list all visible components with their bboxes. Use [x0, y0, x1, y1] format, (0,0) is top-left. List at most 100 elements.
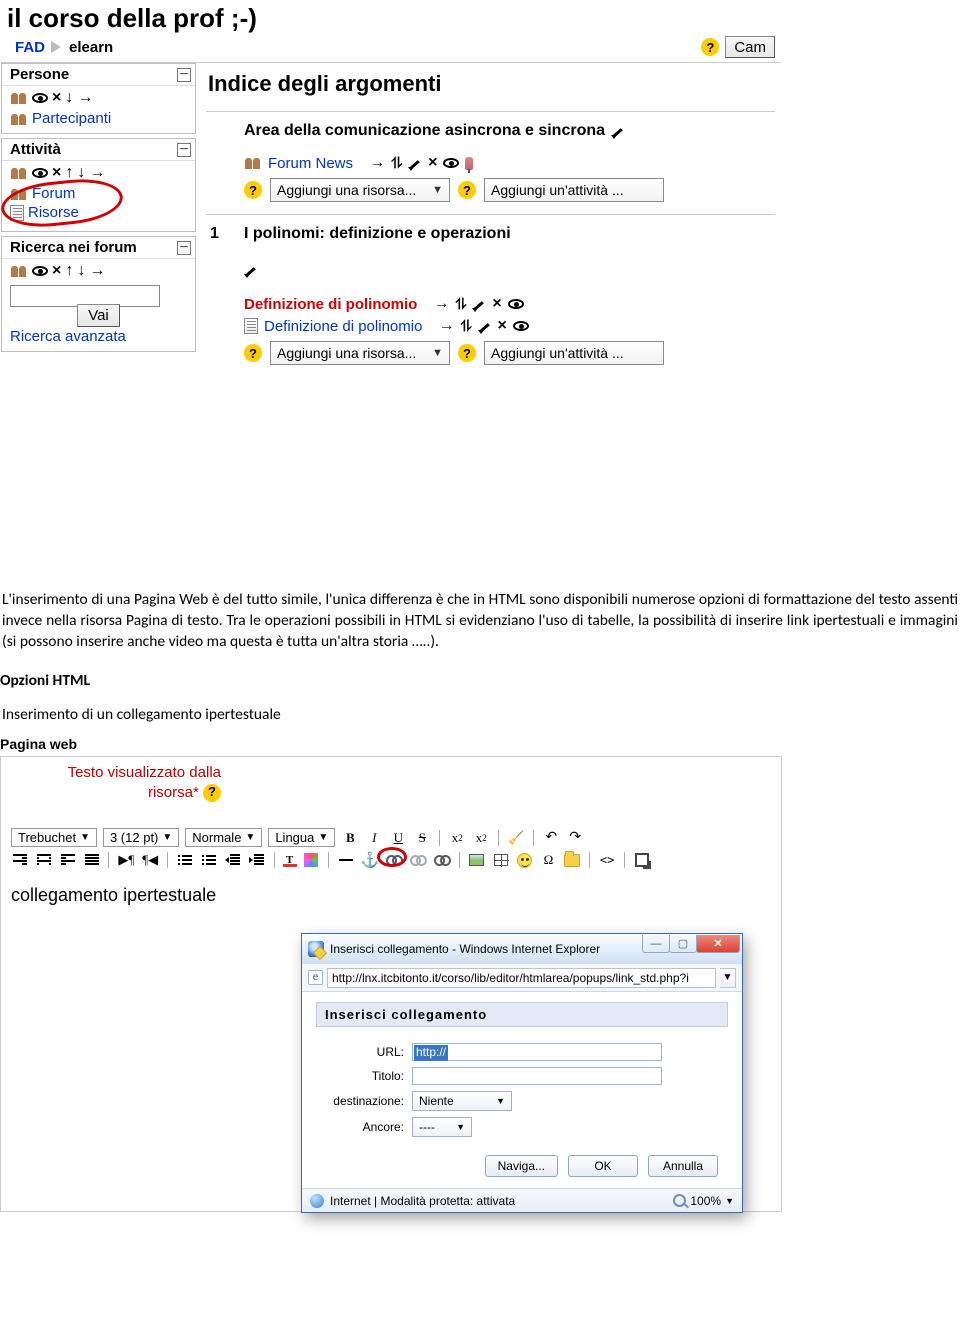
- move-right-icon[interactable]: →: [77, 89, 93, 107]
- unlink-icon[interactable]: [409, 851, 427, 869]
- move-right-icon[interactable]: →: [369, 154, 385, 172]
- forum-news-link[interactable]: Forum News: [268, 155, 353, 172]
- address-bar[interactable]: http://lnx.itcbitonto.it/corso/lib/edito…: [327, 968, 716, 988]
- edit-pencil-icon[interactable]: [408, 156, 422, 170]
- move-icon[interactable]: ⥮: [391, 155, 402, 172]
- editor-content-area[interactable]: collegamento ipertestuale: [11, 885, 771, 906]
- title-input[interactable]: [412, 1067, 662, 1085]
- cancel-button[interactable]: Annulla: [648, 1155, 718, 1177]
- add-activity-select[interactable]: Aggiungi un'attività ...: [484, 178, 664, 202]
- text-color-icon[interactable]: T: [283, 853, 297, 867]
- redo-icon[interactable]: ↷: [566, 829, 584, 847]
- help-icon[interactable]: ?: [244, 181, 262, 199]
- move-right-icon[interactable]: →: [89, 262, 105, 280]
- definizione-draft-link[interactable]: Definizione di polinomio: [244, 296, 417, 313]
- eye-icon[interactable]: [32, 93, 48, 103]
- indent-icon[interactable]: [248, 851, 266, 869]
- role-icon[interactable]: [10, 166, 28, 180]
- move-down-icon[interactable]: ↓: [77, 262, 85, 280]
- role-icon[interactable]: [10, 91, 28, 105]
- ok-button[interactable]: OK: [568, 1155, 638, 1177]
- edit-pencil-icon[interactable]: [478, 319, 492, 333]
- delete-icon[interactable]: ×: [498, 317, 507, 335]
- breadcrumb-root[interactable]: FAD: [15, 39, 45, 56]
- url-input[interactable]: http://: [412, 1043, 662, 1061]
- help-icon[interactable]: ?: [203, 784, 221, 802]
- move-down-icon[interactable]: ↓: [65, 89, 73, 107]
- maximize-button[interactable]: ▢: [669, 935, 697, 953]
- bg-color-icon[interactable]: [302, 851, 320, 869]
- move-up-icon[interactable]: ↑: [65, 164, 73, 182]
- align-justify-icon[interactable]: [83, 851, 101, 869]
- anchor-icon[interactable]: ⚓: [361, 851, 379, 869]
- eye-icon[interactable]: [513, 321, 529, 331]
- add-resource-select[interactable]: Aggiungi una risorsa... ▼: [270, 341, 450, 365]
- collapse-icon[interactable]: −: [177, 241, 191, 255]
- align-right-icon[interactable]: [59, 851, 77, 869]
- rtl-icon[interactable]: ¶◀: [141, 851, 159, 869]
- subscript-icon[interactable]: x2: [448, 829, 466, 847]
- font-family-select[interactable]: Trebuchet▼: [11, 828, 97, 847]
- eye-icon[interactable]: [32, 168, 48, 178]
- collapse-icon[interactable]: −: [177, 143, 191, 157]
- pin-icon[interactable]: [465, 157, 473, 170]
- browse-button[interactable]: Naviga...: [485, 1155, 558, 1177]
- undo-icon[interactable]: ↶: [542, 829, 560, 847]
- move-right-icon[interactable]: →: [434, 295, 450, 313]
- hr-icon[interactable]: [337, 851, 355, 869]
- emoticon-icon[interactable]: [516, 851, 534, 869]
- unordered-list-icon[interactable]: [200, 851, 218, 869]
- search-go-button[interactable]: Vai: [77, 304, 120, 327]
- align-center-icon[interactable]: [35, 851, 53, 869]
- delete-icon[interactable]: ×: [52, 262, 61, 280]
- edit-pencil-icon[interactable]: [244, 263, 258, 277]
- strikethrough-icon[interactable]: S: [413, 829, 431, 847]
- delete-icon[interactable]: ×: [492, 295, 501, 313]
- find-replace-icon[interactable]: [563, 851, 581, 869]
- move-icon[interactable]: ⥮: [456, 296, 467, 313]
- forum-link[interactable]: Forum: [32, 185, 75, 202]
- delete-icon[interactable]: ×: [52, 164, 61, 182]
- help-icon[interactable]: ?: [458, 344, 476, 362]
- font-size-select[interactable]: 3 (12 pt)▼: [103, 828, 179, 847]
- language-select[interactable]: Lingua▼: [268, 828, 335, 847]
- definizione-link[interactable]: Definizione di polinomio: [264, 318, 422, 335]
- align-left-icon[interactable]: [11, 851, 29, 869]
- insert-table-icon[interactable]: [492, 851, 510, 869]
- clean-word-icon[interactable]: 🧹: [507, 829, 525, 847]
- superscript-icon[interactable]: x2: [472, 829, 490, 847]
- zoom-icon[interactable]: [673, 1194, 686, 1207]
- nolink-icon[interactable]: [433, 851, 451, 869]
- move-icon[interactable]: ⥮: [461, 318, 472, 335]
- eye-icon[interactable]: [443, 158, 459, 168]
- help-icon[interactable]: ?: [458, 181, 476, 199]
- move-down-icon[interactable]: ↓: [77, 164, 85, 182]
- delete-icon[interactable]: ×: [428, 154, 437, 172]
- insert-image-icon[interactable]: [468, 851, 486, 869]
- role-icon[interactable]: [10, 264, 28, 278]
- collapse-icon[interactable]: −: [177, 68, 191, 82]
- ordered-list-icon[interactable]: [176, 851, 194, 869]
- eye-icon[interactable]: [508, 299, 524, 309]
- close-button[interactable]: ✕: [696, 935, 740, 953]
- help-icon[interactable]: ?: [244, 344, 262, 362]
- eye-icon[interactable]: [32, 266, 48, 276]
- help-icon[interactable]: ?: [701, 38, 719, 56]
- target-select[interactable]: Niente▼: [412, 1091, 512, 1111]
- participants-link[interactable]: Partecipanti: [32, 110, 111, 127]
- move-right-icon[interactable]: →: [89, 164, 105, 182]
- ltr-icon[interactable]: ▶¶: [117, 851, 135, 869]
- zoom-caret-icon[interactable]: ▼: [725, 1196, 734, 1206]
- italic-icon[interactable]: I: [365, 829, 383, 847]
- edit-pencil-icon[interactable]: [611, 124, 625, 138]
- delete-icon[interactable]: ×: [52, 89, 61, 107]
- anchor-select[interactable]: ----▼: [412, 1117, 472, 1137]
- add-activity-select[interactable]: Aggiungi un'attività ...: [484, 341, 664, 365]
- outdent-icon[interactable]: [224, 851, 242, 869]
- edit-mode-button-partial[interactable]: Cam: [725, 36, 775, 58]
- minimize-button[interactable]: —: [642, 935, 670, 953]
- move-up-icon[interactable]: ↑: [65, 262, 73, 280]
- add-resource-select[interactable]: Aggiungi una risorsa... ▼: [270, 178, 450, 202]
- move-right-icon[interactable]: →: [439, 317, 455, 335]
- paragraph-style-select[interactable]: Normale▼: [185, 828, 262, 847]
